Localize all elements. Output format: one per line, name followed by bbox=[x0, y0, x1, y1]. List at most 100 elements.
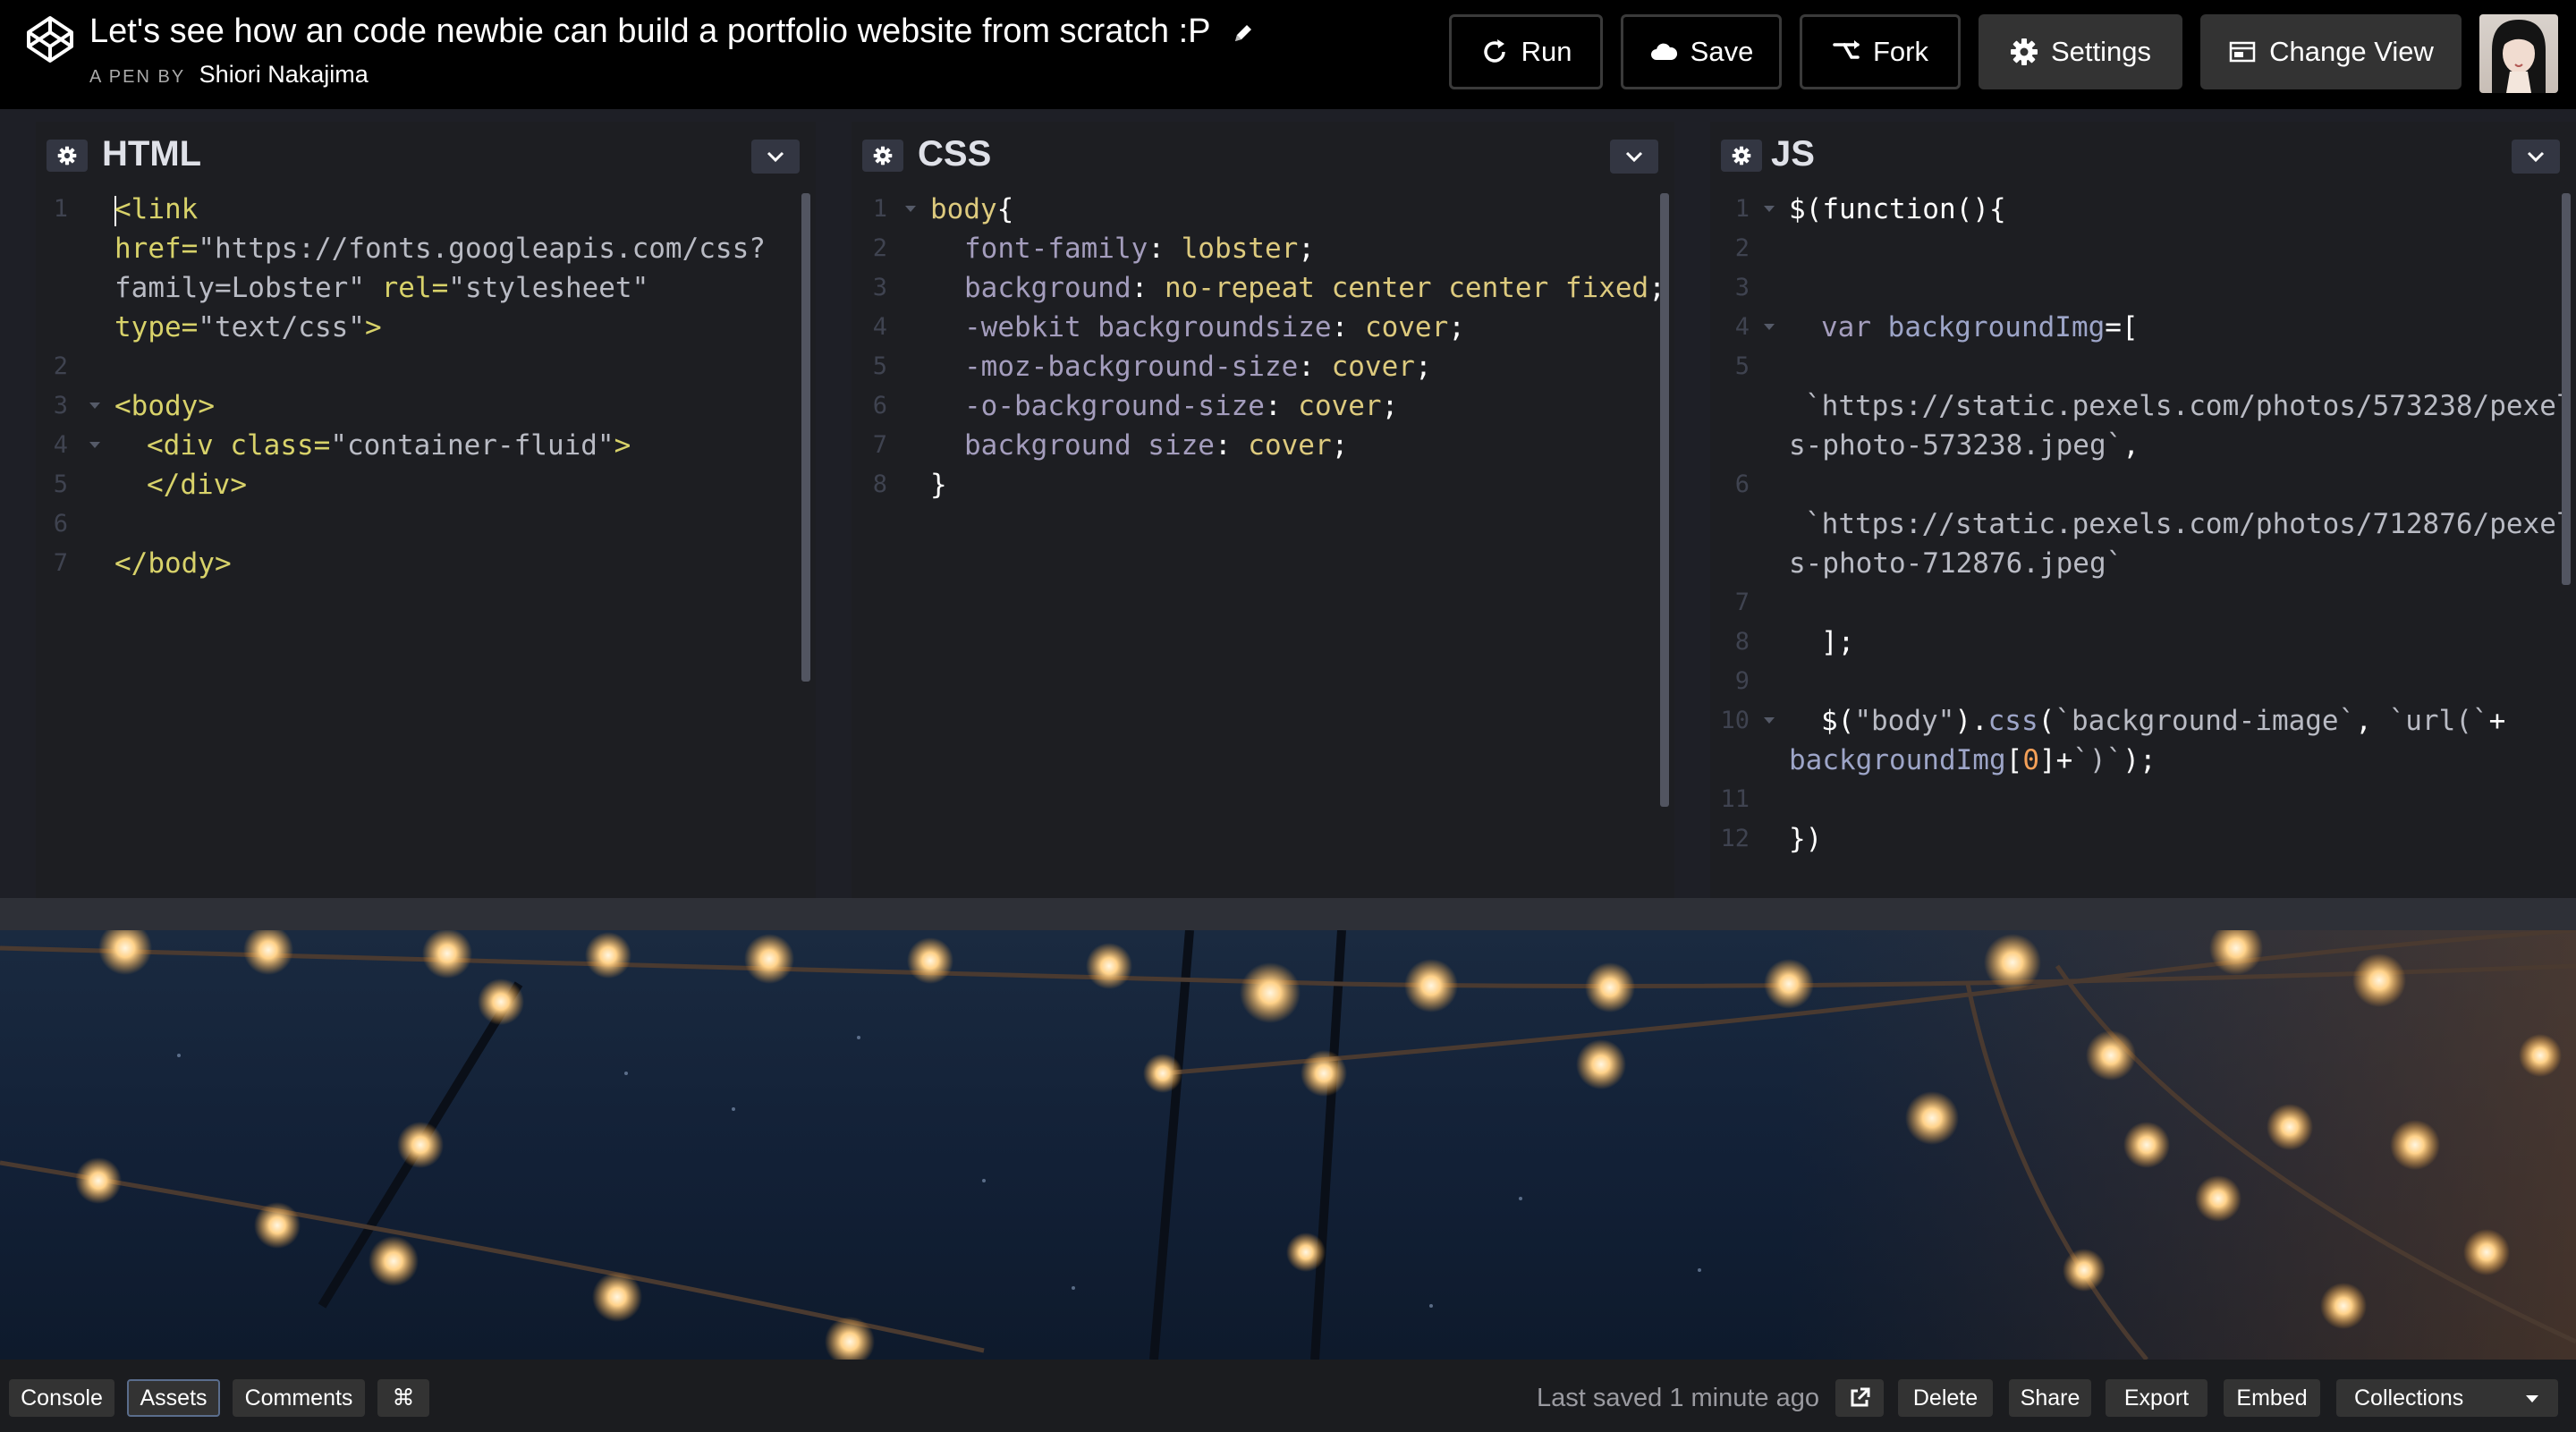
line-number: 10 bbox=[1720, 707, 1750, 734]
fold-arrow-icon[interactable] bbox=[89, 442, 100, 448]
collections-button[interactable]: Collections bbox=[2336, 1379, 2558, 1417]
chevron-down-icon bbox=[1625, 151, 1643, 163]
line-gutter: 1 2 3 4 5 6 7 bbox=[36, 190, 111, 898]
line-number: 7 bbox=[872, 431, 887, 459]
vertical-scrollbar[interactable] bbox=[2562, 193, 2571, 585]
code-line: backgroundImg[0]+`)`); bbox=[1789, 744, 2157, 776]
delete-button[interactable]: Delete bbox=[1898, 1379, 1993, 1417]
css-code-editor[interactable]: 1 2 3 4 5 6 7 8 body{ font-family: lobst… bbox=[852, 190, 1674, 898]
line-number: 6 bbox=[53, 510, 68, 538]
js-panel-title: JS bbox=[1771, 134, 1815, 174]
code-line: <body> bbox=[114, 390, 215, 422]
html-settings-button[interactable] bbox=[47, 140, 88, 172]
code-line: </div> bbox=[147, 469, 247, 501]
line-number: 8 bbox=[1734, 628, 1750, 656]
fork-button[interactable]: Fork bbox=[1800, 14, 1961, 89]
codepen-logo-icon[interactable] bbox=[25, 14, 75, 64]
console-button[interactable]: Console bbox=[9, 1379, 114, 1417]
line-number: 12 bbox=[1720, 825, 1750, 852]
pen-title: Let's see how an code newbie can build a… bbox=[89, 13, 1255, 51]
line-gutter: 1 2 3 4 5 6 7 8 bbox=[852, 190, 927, 898]
js-collapse-button[interactable] bbox=[2512, 140, 2560, 174]
js-settings-button[interactable] bbox=[1721, 140, 1762, 172]
preview-resize-handle[interactable] bbox=[0, 898, 2576, 930]
code-line: var backgroundImg=[ bbox=[1821, 311, 2139, 343]
line-number: 6 bbox=[1734, 470, 1750, 498]
save-button-label: Save bbox=[1690, 36, 1754, 67]
js-code-editor[interactable]: 1 2 3 4 5 6 7 8 9 10 11 12 $(function(){… bbox=[1710, 190, 2576, 898]
css-panel-header: CSS bbox=[852, 122, 1674, 182]
line-number: 1 bbox=[53, 195, 68, 223]
save-button[interactable]: Save bbox=[1621, 14, 1782, 89]
export-button[interactable]: Export bbox=[2106, 1379, 2207, 1417]
external-link-icon bbox=[1851, 1387, 1870, 1407]
line-number: 3 bbox=[872, 274, 887, 301]
cloud-icon bbox=[1650, 43, 1677, 60]
result-preview[interactable] bbox=[0, 930, 2576, 1360]
fold-arrow-icon[interactable] bbox=[1764, 206, 1775, 212]
code-line: s-photo-573238.jpeg`, bbox=[1789, 429, 2140, 462]
run-button[interactable]: Run bbox=[1449, 14, 1603, 89]
run-button-label: Run bbox=[1521, 36, 1572, 67]
code-line: <div class="container-fluid"> bbox=[147, 429, 631, 462]
footer-bar: Console Assets Comments ⌘ Last saved 1 m… bbox=[0, 1360, 2576, 1432]
line-number: 4 bbox=[1734, 313, 1750, 341]
fold-arrow-icon[interactable] bbox=[89, 402, 100, 409]
chevron-down-icon bbox=[2527, 151, 2545, 163]
refresh-icon bbox=[1483, 39, 1505, 63]
settings-button[interactable]: Settings bbox=[1979, 14, 2182, 89]
line-number: 4 bbox=[872, 313, 887, 341]
line-number: 7 bbox=[53, 549, 68, 577]
line-number: 2 bbox=[872, 234, 887, 262]
code-line: -moz-background-size: cover; bbox=[964, 351, 1432, 383]
code-line: $("body").css(`background-image`, `url(`… bbox=[1821, 705, 2506, 737]
css-panel-title: CSS bbox=[918, 134, 992, 174]
fork-button-label: Fork bbox=[1873, 36, 1928, 67]
line-number: 5 bbox=[53, 470, 68, 498]
author-link[interactable]: Shiori Nakajima bbox=[199, 61, 369, 88]
line-number: 7 bbox=[1734, 589, 1750, 616]
change-view-button[interactable]: Change View bbox=[2200, 14, 2462, 89]
code-line: } bbox=[930, 469, 947, 501]
share-button[interactable]: Share bbox=[2009, 1379, 2091, 1417]
pencil-icon[interactable] bbox=[1232, 21, 1255, 45]
css-editor-panel: CSS 1 2 3 4 5 6 7 8 body{ font-family: l… bbox=[852, 122, 1674, 898]
html-collapse-button[interactable] bbox=[751, 140, 800, 174]
code-line: `https://static.pexels.com/photos/712876… bbox=[1805, 508, 2573, 540]
code-line: -o-background-size: cover; bbox=[964, 390, 1399, 422]
code-line: ]; bbox=[1821, 626, 1855, 658]
comments-button[interactable]: Comments bbox=[233, 1379, 365, 1417]
vertical-scrollbar[interactable] bbox=[1660, 193, 1669, 807]
line-number: 2 bbox=[1734, 234, 1750, 262]
line-number: 6 bbox=[872, 392, 887, 419]
gear-icon bbox=[57, 146, 77, 165]
pen-byline: A PEN BY Shiori Nakajima bbox=[89, 61, 369, 89]
html-panel-title: HTML bbox=[102, 134, 202, 174]
css-settings-button[interactable] bbox=[862, 140, 903, 172]
line-number: 1 bbox=[872, 195, 887, 223]
collections-label: Collections bbox=[2354, 1385, 2464, 1411]
html-panel-header: HTML bbox=[36, 122, 816, 182]
html-code-editor[interactable]: 1 2 3 4 5 6 7 <link href="https://fonts.… bbox=[36, 190, 816, 898]
avatar[interactable] bbox=[2479, 14, 2558, 93]
embed-button[interactable]: Embed bbox=[2224, 1379, 2320, 1417]
line-number: 8 bbox=[872, 470, 887, 498]
assets-button[interactable]: Assets bbox=[127, 1379, 220, 1417]
line-number: 3 bbox=[1734, 274, 1750, 301]
fold-arrow-icon[interactable] bbox=[1764, 324, 1775, 330]
code-line: $(function(){ bbox=[1789, 193, 2006, 225]
layout-icon bbox=[2229, 41, 2256, 63]
string-lights-background-image bbox=[0, 930, 2576, 1360]
css-collapse-button[interactable] bbox=[1610, 140, 1658, 174]
fold-arrow-icon[interactable] bbox=[905, 206, 916, 212]
open-in-new-window-button[interactable] bbox=[1835, 1379, 1884, 1417]
caret-down-icon bbox=[2526, 1395, 2538, 1402]
fold-arrow-icon[interactable] bbox=[1764, 717, 1775, 724]
header: Let's see how an code newbie can build a… bbox=[0, 0, 2576, 109]
vertical-scrollbar[interactable] bbox=[801, 193, 810, 682]
code-line: href="https://fonts.googleapis.com/css? bbox=[114, 233, 766, 265]
line-number: 11 bbox=[1720, 785, 1750, 813]
line-number: 5 bbox=[1734, 352, 1750, 380]
last-saved-status: Last saved 1 minute ago bbox=[1537, 1383, 1819, 1412]
keyboard-shortcuts-button[interactable]: ⌘ bbox=[377, 1379, 429, 1417]
